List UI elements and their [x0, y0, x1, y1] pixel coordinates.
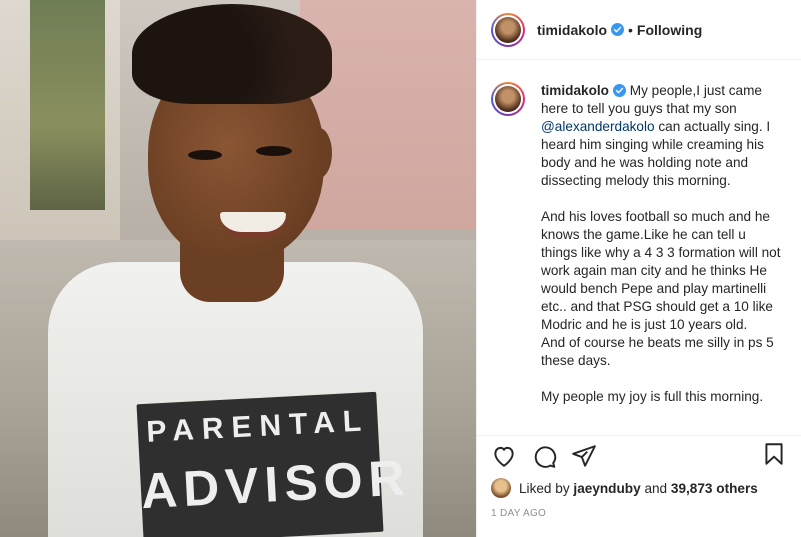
- photo-smile: [220, 212, 286, 237]
- liker-username[interactable]: jaeynduby: [573, 481, 640, 496]
- verified-badge-icon: [611, 23, 625, 36]
- photo-eye-right: [256, 146, 292, 156]
- liker-avatar[interactable]: [491, 478, 511, 498]
- caption-paragraph-1: timidakolo My people,I just came here to…: [541, 82, 781, 190]
- heart-icon[interactable]: [491, 443, 517, 469]
- verified-badge-icon: [612, 84, 626, 97]
- caption-mention-link[interactable]: @alexanderdakolo: [541, 119, 655, 134]
- profile-avatar[interactable]: [491, 12, 525, 47]
- following-button[interactable]: Following: [637, 22, 702, 38]
- shirt-print-top: PARENTAL: [145, 404, 370, 449]
- avatar-image: [495, 16, 521, 43]
- caption-text: timidakolo My people,I just came here to…: [541, 82, 781, 435]
- header-separator: •: [628, 21, 633, 38]
- caption-paragraph-2: And his loves football so much and he kn…: [541, 209, 781, 332]
- action-bar: [477, 436, 801, 476]
- photo-hair: [132, 4, 332, 104]
- instagram-post: PARENTAL ADVISOR timidakolo • Following: [0, 0, 801, 537]
- header-username[interactable]: timidakolo: [537, 22, 607, 38]
- post-sidebar: timidakolo • Following timidakolo My peo…: [476, 0, 801, 537]
- avatar-image: [495, 86, 521, 112]
- save-button[interactable]: [761, 441, 787, 472]
- likes-count[interactable]: 39,873 others: [671, 481, 758, 496]
- comment-icon[interactable]: [531, 443, 557, 469]
- post-header: timidakolo • Following: [477, 0, 801, 60]
- likes-row: Liked by jaeynduby and 39,873 others: [477, 476, 801, 500]
- caption-scroll-area[interactable]: timidakolo My people,I just came here to…: [477, 60, 801, 436]
- caption-paragraph-3: And of course he beats me silly in ps 5 …: [541, 335, 774, 368]
- bookmark-icon[interactable]: [761, 441, 787, 467]
- caption-paragraph-4: My people my joy is full this morning.: [541, 389, 764, 404]
- photo-eye-left: [188, 150, 222, 160]
- likes-and: and: [644, 480, 668, 496]
- share-icon[interactable]: [571, 443, 597, 469]
- photo-bg-wall-right: [300, 0, 476, 230]
- photo-bg-door: [30, 0, 105, 210]
- post-photo[interactable]: PARENTAL ADVISOR: [0, 0, 476, 537]
- likes-prefix: Liked by: [519, 480, 570, 496]
- caption-avatar[interactable]: [491, 82, 525, 116]
- shirt-print-bottom: ADVISOR: [139, 449, 412, 520]
- post-timestamp[interactable]: 1 DAY AGO: [477, 500, 801, 527]
- caption-username[interactable]: timidakolo: [541, 83, 609, 98]
- shirt-print: PARENTAL ADVISOR: [136, 391, 412, 537]
